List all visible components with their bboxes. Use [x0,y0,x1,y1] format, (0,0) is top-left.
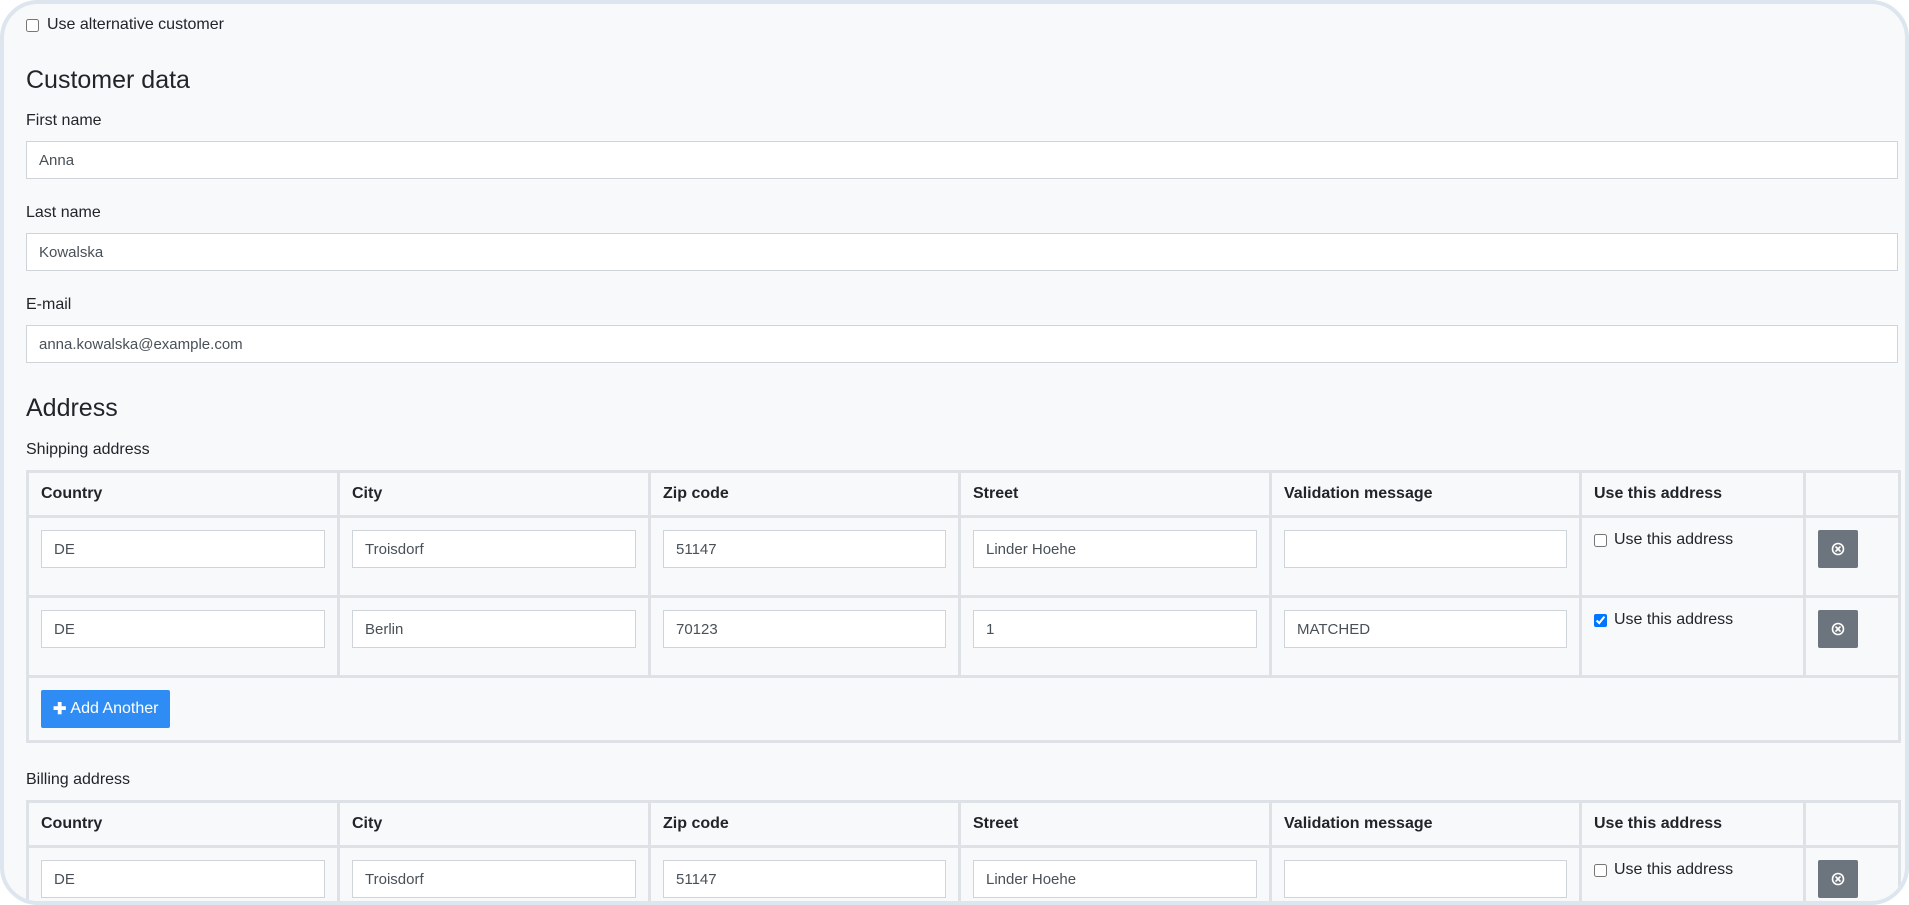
street-input[interactable] [973,860,1257,898]
table-header-row: Country City Zip code Street Validation … [26,470,1901,518]
use-address-option[interactable]: Use this address [1594,610,1791,629]
add-another-button[interactable]: ✚ Add Another [41,690,171,728]
table-row: Use this address [26,515,1901,598]
use-address-label: Use this address [1614,861,1734,878]
column-header-street: Street [958,800,1272,848]
remove-row-button[interactable] [1818,860,1858,898]
street-input[interactable] [973,610,1257,648]
use-address-label: Use this address [1614,611,1734,628]
table-row: Use this address [26,595,1901,678]
table-row: Use this address [26,845,1901,901]
country-input[interactable] [41,860,325,898]
column-header-country: Country [26,800,340,848]
last-name-input[interactable] [26,233,1898,271]
column-header-actions [1803,470,1901,518]
form-frame: Use alternative customer Customer data F… [0,0,1909,905]
column-header-zip: Zip code [648,470,961,518]
column-header-street: Street [958,470,1272,518]
validation-message-input[interactable] [1284,610,1567,648]
zip-input[interactable] [663,530,946,568]
circle-x-icon [1831,872,1845,886]
column-header-zip: Zip code [648,800,961,848]
alternative-customer-label: Use alternative customer [47,16,224,33]
column-header-use: Use this address [1579,800,1806,848]
city-input[interactable] [352,530,636,568]
column-header-validation: Validation message [1269,470,1582,518]
plus-icon: ✚ [53,701,67,718]
zip-input[interactable] [663,610,946,648]
shipping-address-table: Country City Zip code Street Validation … [26,470,1901,743]
column-header-city: City [337,470,651,518]
address-heading: Address [26,394,118,422]
city-input[interactable] [352,610,636,648]
use-address-checkbox[interactable] [1594,863,1607,877]
email-label: E-mail [26,296,72,313]
shipping-address-label: Shipping address [26,441,150,458]
add-another-label: Add Another [70,700,159,717]
circle-x-icon [1831,542,1845,556]
remove-row-button[interactable] [1818,530,1858,568]
column-header-country: Country [26,470,340,518]
country-input[interactable] [41,610,325,648]
billing-address-table: Country City Zip code Street Validation … [26,800,1901,901]
circle-x-icon [1831,622,1845,636]
email-input[interactable] [26,325,1898,363]
first-name-label: First name [26,112,102,129]
use-address-option[interactable]: Use this address [1594,530,1791,549]
city-input[interactable] [352,860,636,898]
billing-address-label: Billing address [26,771,131,788]
zip-input[interactable] [663,860,946,898]
column-header-city: City [337,800,651,848]
validation-message-input[interactable] [1284,530,1567,568]
use-address-option[interactable]: Use this address [1594,860,1791,879]
column-header-actions [1803,800,1901,848]
alternative-customer-option[interactable]: Use alternative customer [26,16,224,34]
remove-row-button[interactable] [1818,610,1858,648]
validation-message-input[interactable] [1284,860,1567,898]
use-address-checkbox[interactable] [1594,533,1607,547]
last-name-label: Last name [26,204,101,221]
add-row: ✚ Add Another [26,675,1901,743]
table-header-row: Country City Zip code Street Validation … [26,800,1901,848]
first-name-input[interactable] [26,141,1898,179]
use-address-label: Use this address [1614,531,1734,548]
country-input[interactable] [41,530,325,568]
customer-data-heading: Customer data [26,66,190,94]
use-address-checkbox[interactable] [1594,613,1607,627]
alternative-customer-checkbox[interactable] [26,18,39,32]
column-header-validation: Validation message [1269,800,1582,848]
column-header-use: Use this address [1579,470,1806,518]
street-input[interactable] [973,530,1257,568]
